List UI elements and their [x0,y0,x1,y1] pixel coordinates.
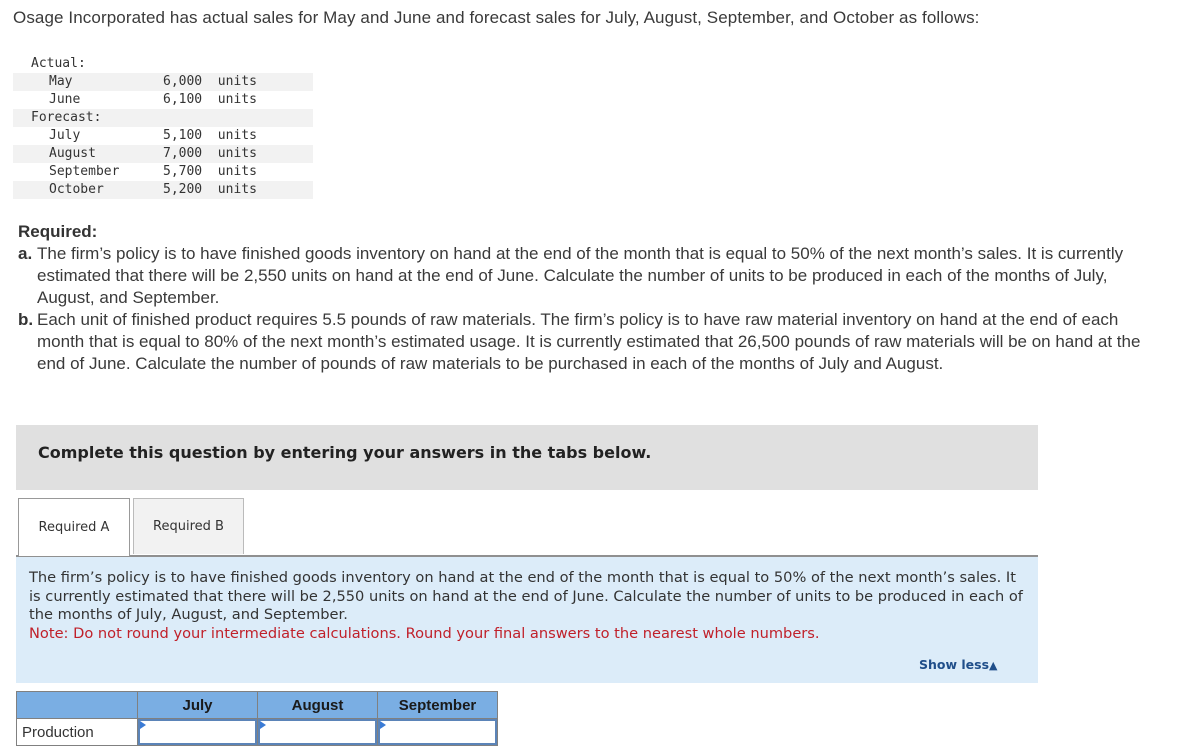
sales-row: June 6,100 units [13,91,313,109]
item-marker: b. [18,310,34,329]
month-label: July [49,128,81,143]
month-label: June [49,92,81,107]
sales-unit: units [217,74,257,89]
sales-unit: units [217,146,257,161]
sales-unit: units [217,164,257,179]
item-text: Each unit of finished product requires 5… [37,310,1141,373]
sales-row: August 7,000 units [13,145,313,163]
tab-required-b[interactable]: Required B [133,498,244,554]
instructions-banner: Complete this question by entering your … [16,425,1038,490]
month-label: October [13,181,163,199]
answer-table: July August September Production [16,691,498,746]
sales-row: September 5,700 units [13,163,313,181]
show-less-label: Show less [919,657,990,672]
header-blank [16,691,138,719]
sales-row: July 5,100 units [13,127,313,145]
month-label: May [13,73,163,91]
actual-header-row: Actual: [13,55,313,73]
forecast-label: Forecast: [13,109,163,127]
row-label-production: Production [16,718,138,746]
sales-value: 6,100 [163,92,203,107]
show-less-link[interactable]: Show less▲ [919,657,998,672]
sales-unit: units [217,92,257,107]
tab-required-a[interactable]: Required A [18,498,130,556]
triangle-up-icon: ▲ [989,659,998,672]
column-header: July [137,691,258,719]
sales-value: 7,000 [163,146,203,161]
tab-bar: Required A Required B [18,498,244,556]
required-item-b: b. Each unit of finished product require… [18,309,1168,375]
column-header: September [377,691,498,719]
sales-value: 5,700 [163,164,203,179]
sales-unit: units [217,182,257,197]
production-september-input[interactable] [378,719,497,745]
answer-row: Production [16,718,498,746]
production-august-input[interactable] [258,719,377,745]
sales-value: 5,200 [163,182,203,197]
answer-header-row: July August September [16,691,498,719]
sales-value: 5,100 [163,128,203,143]
item-marker: a. [18,244,33,263]
month-label: August [13,145,163,163]
month-label: September [49,164,120,179]
required-item-a: a. The firm’s policy is to have finished… [18,243,1168,309]
sales-data-table: Actual: May 6,000 units June 6,100 units… [13,55,313,199]
required-title: Required: [18,222,98,241]
banner-text: Complete this question by entering your … [38,443,652,462]
sales-row: October 5,200 units [13,181,313,199]
actual-label: Actual: [31,56,86,71]
required-section: Required: a. The firm’s policy is to hav… [18,221,1168,375]
sales-value: 6,000 [163,74,203,89]
panel-instructions: The firm’s policy is to have finished go… [29,569,1023,623]
problem-intro: Osage Incorporated has actual sales for … [13,8,980,27]
production-july-input[interactable] [138,719,257,745]
rounding-note: Note: Do not round your intermediate cal… [29,624,820,642]
sales-unit: units [217,128,257,143]
tab-panel: The firm’s policy is to have finished go… [16,555,1038,683]
column-header: August [257,691,378,719]
sales-row: May 6,000 units [13,73,313,91]
item-text: The firm’s policy is to have finished go… [37,244,1124,307]
forecast-header-row: Forecast: [13,109,313,127]
